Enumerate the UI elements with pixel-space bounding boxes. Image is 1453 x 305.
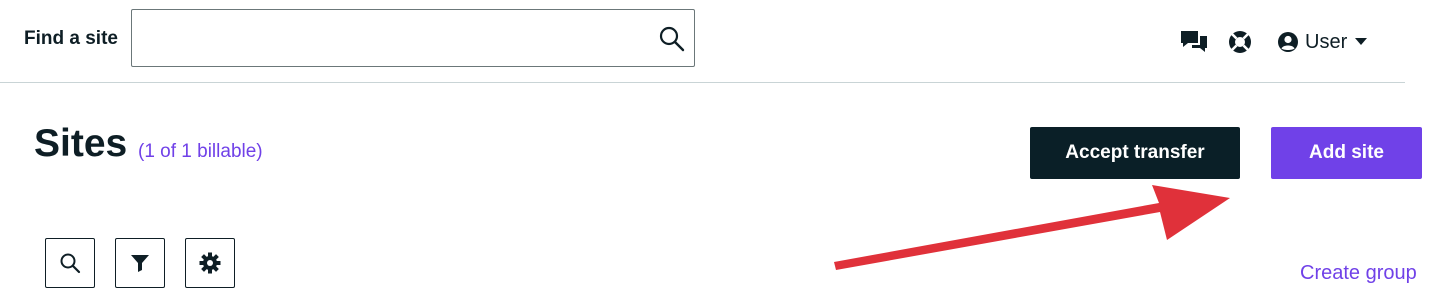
search-icon (60, 253, 81, 274)
user-avatar-icon (1278, 32, 1298, 52)
settings-button[interactable] (185, 238, 235, 288)
search-icon[interactable] (658, 25, 686, 53)
chat-icon[interactable] (1180, 28, 1208, 56)
find-site-input[interactable] (140, 18, 644, 60)
search-sites-button[interactable] (45, 238, 95, 288)
billable-count: (1 of 1 billable) (138, 141, 263, 162)
find-site-label: Find a site (24, 28, 118, 49)
chevron-down-icon (1355, 38, 1368, 45)
user-menu-label: User (1305, 30, 1348, 53)
top-header: Find a site User (0, 0, 1405, 83)
filter-sites-button[interactable] (115, 238, 165, 288)
find-site-search-box[interactable] (131, 9, 695, 67)
filter-icon (131, 255, 149, 272)
page-title: Sites (34, 122, 128, 165)
accept-transfer-button[interactable]: Accept transfer (1030, 127, 1240, 179)
add-site-button[interactable]: Add site (1271, 127, 1422, 179)
help-lifebuoy-icon[interactable] (1226, 28, 1254, 56)
gear-icon (199, 252, 221, 274)
create-group-link[interactable]: Create group (1300, 262, 1417, 285)
user-menu[interactable]: User (1277, 26, 1368, 58)
